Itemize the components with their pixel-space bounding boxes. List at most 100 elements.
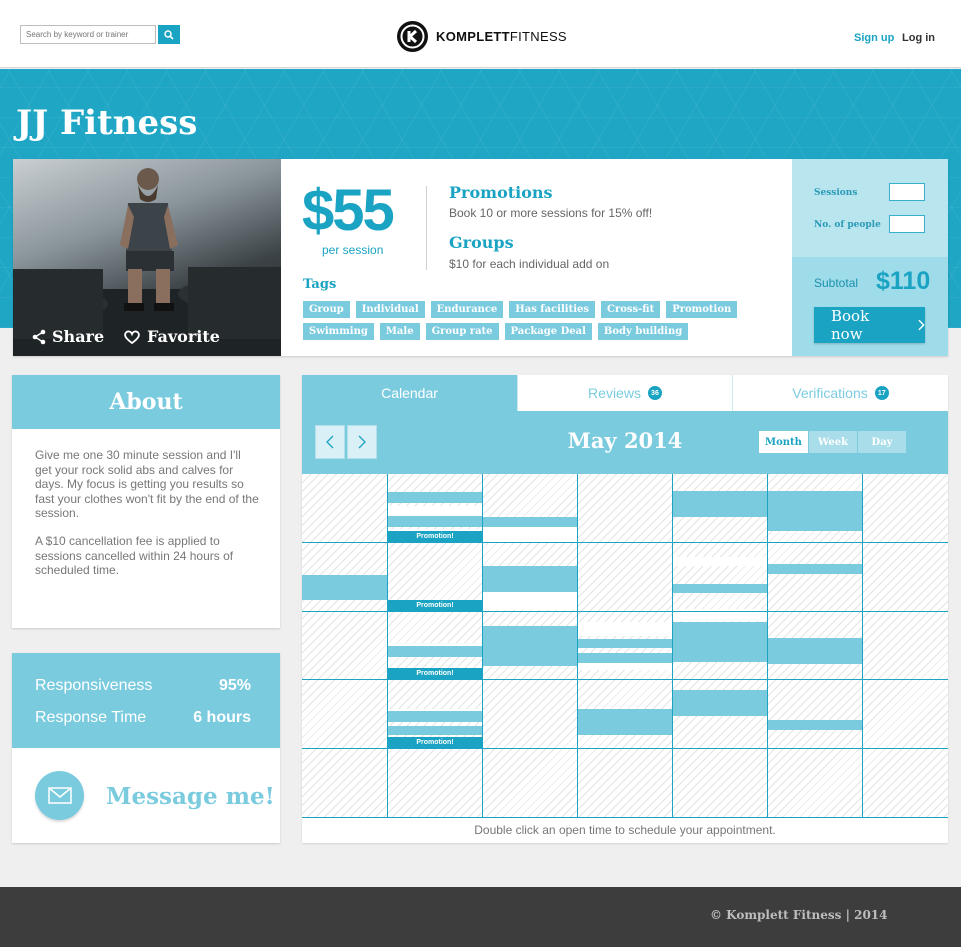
stats-panel: Responsiveness 95% Response Time 6 hours bbox=[12, 653, 280, 748]
tab-calendar[interactable]: Calendar bbox=[302, 375, 517, 411]
price-divider bbox=[426, 186, 427, 270]
tag[interactable]: Group rate bbox=[425, 323, 499, 340]
open-slot[interactable] bbox=[483, 527, 577, 542]
tags-title: Tags bbox=[303, 277, 337, 292]
trainer-figure bbox=[120, 168, 178, 311]
message-link[interactable]: Message me! bbox=[106, 783, 275, 810]
grid-line bbox=[862, 474, 863, 818]
share-button[interactable]: Share bbox=[31, 327, 104, 346]
view-month-button[interactable]: Month bbox=[759, 431, 808, 453]
tab-verifications[interactable]: Verifications 17 bbox=[732, 375, 948, 411]
grid-line bbox=[302, 679, 948, 680]
tag[interactable]: Body building bbox=[597, 323, 689, 340]
site-header: KOMPLETTFITNESS Sign up Log in bbox=[0, 0, 961, 68]
promotions-text: Book 10 or more sessions for 15% off! bbox=[449, 206, 653, 220]
about-paragraph: Give me one 30 minute session and I'll g… bbox=[35, 448, 259, 520]
about-paragraph: A $10 cancellation fee is applied to ses… bbox=[35, 534, 234, 577]
grid-line bbox=[387, 474, 388, 818]
booked-slot bbox=[578, 709, 672, 735]
grid-line bbox=[302, 611, 948, 612]
booked-slot bbox=[388, 711, 482, 722]
profile-card: Share Favorite $55 per session Promotion… bbox=[13, 159, 948, 356]
groups-text: $10 for each individual add on bbox=[449, 257, 610, 271]
favorite-label: Favorite bbox=[147, 327, 220, 346]
subtotal-value: $110 bbox=[876, 267, 931, 295]
open-slot[interactable] bbox=[388, 506, 482, 516]
calendar-hint: Double click an open time to schedule yo… bbox=[474, 823, 776, 837]
booked-slot bbox=[388, 516, 482, 527]
logo-icon bbox=[397, 21, 428, 52]
reviews-count-badge: 36 bbox=[647, 386, 662, 400]
tab-label: Verifications bbox=[792, 385, 868, 401]
calendar-card: Calendar Reviews 36 Verifications 17 May… bbox=[302, 375, 948, 843]
tag[interactable]: Individual bbox=[355, 301, 425, 318]
message-button[interactable] bbox=[35, 771, 84, 820]
chevron-right-icon bbox=[918, 319, 925, 331]
promotions-title: Promotions bbox=[449, 183, 553, 202]
grid-line bbox=[672, 474, 673, 818]
booked-slot bbox=[768, 564, 862, 574]
booked-slot bbox=[673, 622, 767, 662]
logo-text: KOMPLETTFITNESS bbox=[436, 29, 567, 44]
grid-line bbox=[767, 474, 768, 818]
trainer-name: JJ Fitness bbox=[16, 103, 198, 143]
booked-slot bbox=[483, 626, 577, 666]
tag[interactable]: Group bbox=[303, 301, 350, 318]
tags-row: Group Individual Endurance Has facilitie… bbox=[303, 301, 738, 318]
promotion-label: Promotion! bbox=[388, 531, 482, 542]
groups-title: Groups bbox=[449, 233, 514, 252]
booked-slot bbox=[483, 517, 577, 527]
booked-slot bbox=[673, 491, 767, 517]
tab-reviews[interactable]: Reviews 36 bbox=[517, 375, 732, 411]
tab-label: Reviews bbox=[588, 385, 641, 401]
view-day-button[interactable]: Day bbox=[858, 431, 906, 453]
booking-options bbox=[792, 159, 948, 257]
tab-label: Calendar bbox=[381, 385, 438, 401]
search-button[interactable] bbox=[158, 25, 180, 44]
booked-slot bbox=[388, 726, 482, 735]
response-time-label: Response Time bbox=[35, 709, 147, 726]
booked-slot bbox=[768, 491, 862, 531]
site-footer: © Komplett Fitness | 2014 bbox=[0, 887, 961, 947]
booked-slot bbox=[673, 584, 767, 593]
open-slot[interactable] bbox=[673, 557, 767, 566]
tag[interactable]: Endurance bbox=[430, 301, 504, 318]
tag[interactable]: Swimming bbox=[303, 323, 374, 340]
session-price: $55 bbox=[302, 178, 395, 243]
tag[interactable]: Cross-fit bbox=[600, 301, 661, 318]
responsiveness-value: 95% bbox=[218, 677, 251, 694]
grid-line bbox=[302, 542, 948, 543]
subtotal-label: Subtotal bbox=[814, 276, 859, 290]
sessions-label: Sessions bbox=[814, 188, 858, 198]
heart-icon bbox=[124, 330, 140, 344]
site-logo[interactable]: KOMPLETTFITNESS bbox=[397, 21, 567, 52]
copyright-text: © Komplett Fitness | 2014 bbox=[710, 908, 888, 922]
login-link[interactable]: Log in bbox=[902, 32, 935, 44]
open-slot[interactable] bbox=[483, 592, 577, 610]
favorite-button[interactable]: Favorite bbox=[123, 327, 220, 346]
booked-slot bbox=[388, 646, 482, 657]
book-now-label: Book now bbox=[831, 307, 870, 343]
people-input[interactable] bbox=[889, 215, 925, 233]
booked-slot bbox=[388, 492, 482, 503]
booked-slot bbox=[302, 575, 387, 600]
book-now-button[interactable]: Book now bbox=[814, 307, 925, 343]
booked-slot bbox=[578, 639, 672, 648]
calendar-grid[interactable]: Promotion! Promotion! Promotion! Promoti… bbox=[302, 474, 948, 818]
signup-link[interactable]: Sign up bbox=[854, 32, 894, 44]
search-input[interactable] bbox=[20, 25, 156, 44]
response-time-value: 6 hours bbox=[193, 709, 251, 726]
tag[interactable]: Promotion bbox=[666, 301, 738, 318]
tags-row: Swimming Male Group rate Package Deal Bo… bbox=[303, 323, 689, 340]
tag[interactable]: Male bbox=[379, 323, 420, 340]
promotion-label: Promotion! bbox=[388, 737, 482, 748]
booked-slot bbox=[673, 690, 767, 716]
tag[interactable]: Package Deal bbox=[504, 323, 592, 340]
sessions-input[interactable] bbox=[889, 183, 925, 201]
view-week-button[interactable]: Week bbox=[809, 431, 857, 453]
open-slot[interactable] bbox=[578, 622, 672, 636]
open-slot[interactable] bbox=[578, 663, 672, 670]
trainer-photo: Share Favorite bbox=[13, 159, 281, 356]
tag[interactable]: Has facilities bbox=[509, 301, 595, 318]
grid-line bbox=[482, 474, 483, 818]
